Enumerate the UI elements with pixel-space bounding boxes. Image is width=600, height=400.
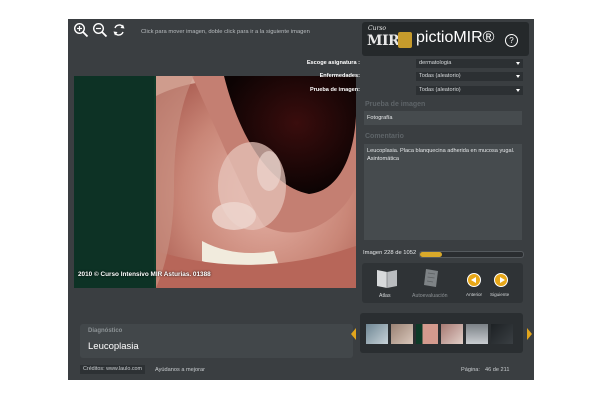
help-icon[interactable]: ? <box>505 34 518 47</box>
test-section-title: Prueba de imagen <box>365 101 426 108</box>
image-test-select[interactable]: Todas (aleatorio) <box>416 86 523 95</box>
logo-name: pictioMIR® <box>416 29 495 46</box>
credits-link[interactable]: Créditos: www.laulo.com <box>80 365 146 374</box>
disease-select[interactable]: Todas (aleatorio) <box>416 72 523 81</box>
next-label: Siguiente <box>490 292 510 297</box>
thumbnail[interactable] <box>416 324 438 344</box>
chevron-down-icon <box>516 89 520 92</box>
subject-label: Escoge asignatura : <box>306 60 360 66</box>
atlas-label[interactable]: Atlas <box>379 293 391 299</box>
logo-mir-text: MIR <box>367 33 400 49</box>
image-progress-bar <box>419 251 524 258</box>
thumbnail[interactable] <box>441 324 463 344</box>
subject-select[interactable]: dermatologia <box>416 59 523 68</box>
chevron-down-icon <box>516 62 520 65</box>
clinical-image[interactable]: 2010 © Curso Intensivo MIR Asturias. 013… <box>74 76 356 288</box>
page-label: Página: <box>461 367 480 373</box>
previous-label: Anterior <box>466 292 483 297</box>
actions-panel: Atlas Autoevaluación Anterior Siguiente <box>362 263 523 303</box>
next-button[interactable] <box>494 273 508 287</box>
thumbs-next-arrow-icon[interactable] <box>527 328 532 340</box>
disease-label: Enfermedades: <box>319 73 360 79</box>
toolbar-hint: Click para mover imagen, doble click par… <box>141 29 310 35</box>
thumbnail[interactable] <box>491 324 513 344</box>
thumbnail-strip <box>360 313 523 353</box>
autoevaluacion-icon[interactable] <box>420 267 442 289</box>
test-value: Fotografía <box>364 111 522 125</box>
diagnosis-panel: Diagnóstico Leucoplasia <box>80 324 353 358</box>
thumbs-prev-arrow-icon[interactable] <box>351 328 356 340</box>
thumbnail[interactable] <box>366 324 388 344</box>
pictiomir-app: Click para mover imagen, doble click par… <box>68 19 534 380</box>
logo-curso-text: Curso <box>368 25 387 32</box>
pictiomir-logo: Curso MIR pictioMIR® ? <box>362 22 529 56</box>
arrow-left-icon <box>471 277 476 283</box>
improve-link[interactable]: Ayúdanos a mejorar <box>155 367 205 373</box>
logo-emblem-icon <box>398 32 412 48</box>
previous-button[interactable] <box>467 273 481 287</box>
page-value: 46 de 211 <box>485 367 510 373</box>
image-test-label: Prueba de imagen: <box>309 87 360 93</box>
arrow-right-icon <box>499 277 505 283</box>
zoom-in-icon[interactable] <box>73 22 89 38</box>
chevron-down-icon <box>516 75 520 78</box>
comment-section-title: Comentario <box>365 133 404 140</box>
autoevaluacion-label[interactable]: Autoevaluación <box>412 293 447 299</box>
zoom-out-icon[interactable] <box>92 22 108 38</box>
thumbnail[interactable] <box>466 324 488 344</box>
image-copyright: 2010 © Curso Intensivo MIR Asturias. 013… <box>78 271 211 278</box>
diagnosis-value: Leucoplasia <box>88 341 139 352</box>
atlas-icon[interactable] <box>375 267 399 289</box>
comment-value: Leucoplasia. Placa blanquecina adherida … <box>364 144 522 240</box>
progress-fill <box>420 252 443 257</box>
image-counter: Imagen 228 de 1052 <box>363 250 417 256</box>
thumbnail[interactable] <box>391 324 413 344</box>
reset-icon[interactable] <box>111 22 127 38</box>
diagnosis-title: Diagnóstico <box>88 328 123 334</box>
